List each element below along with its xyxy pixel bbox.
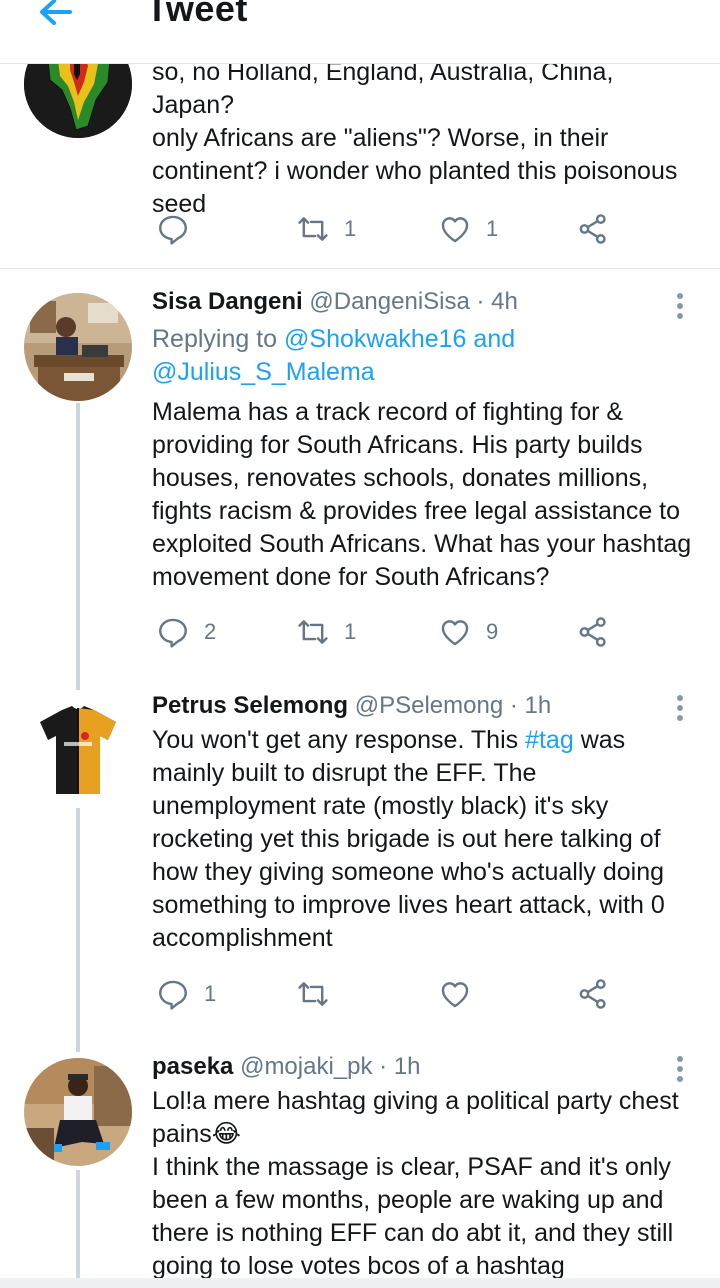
reply-icon	[159, 618, 187, 648]
reply-icon	[159, 215, 187, 245]
top-app-bar: Tweet	[0, 0, 720, 64]
like-count: 9	[486, 619, 499, 644]
timestamp: · 1h	[379, 1053, 421, 1080]
mention-link[interactable]: @Julius_S_Malema	[152, 358, 375, 386]
thread-line	[76, 1170, 80, 1278]
tweet-actions: 2 1 9	[152, 612, 622, 652]
thread-line	[76, 403, 80, 680]
tweet-actions: 1	[152, 974, 622, 1014]
hashtag-link[interactable]: #tag	[525, 726, 574, 754]
display-name[interactable]: paseka	[152, 1053, 233, 1080]
back-arrow-icon	[40, 0, 72, 25]
reply-button[interactable]	[156, 209, 204, 249]
tweet-text: Malema has a track record of fighting fo…	[152, 398, 692, 591]
retweet-icon	[298, 620, 328, 644]
tweet-header: paseka @mojaki_pk · 1h	[152, 1053, 421, 1081]
heart-icon	[441, 982, 469, 1008]
display-name[interactable]: Petrus Selemong	[152, 692, 348, 719]
user-handle[interactable]: @PSelemong	[355, 692, 503, 719]
like-button[interactable]	[438, 974, 486, 1014]
display-name[interactable]: Sisa Dangeni	[152, 288, 303, 315]
timestamp: · 1h	[509, 692, 552, 719]
reply-icon	[159, 980, 187, 1010]
reply-count: 1	[204, 981, 217, 1006]
jersey-avatar-image	[24, 696, 132, 804]
tweet-header: Petrus Selemong @PSelemong · 1h	[152, 692, 551, 720]
user-handle[interactable]: @DangeniSisa	[309, 288, 469, 315]
user-handle[interactable]: @mojaki_pk	[240, 1053, 372, 1080]
more-options-button[interactable]	[668, 1054, 692, 1086]
thread-line	[76, 1042, 80, 1052]
retweet-icon	[298, 982, 328, 1006]
avatar[interactable]	[24, 293, 132, 401]
share-button[interactable]	[576, 974, 610, 1014]
tweet-2[interactable]: Sisa Dangeni @DangeniSisa · 4h Replying …	[0, 269, 720, 680]
retweet-button[interactable]	[296, 974, 344, 1014]
tweet-3[interactable]: Petrus Selemong @PSelemong · 1h You won'…	[0, 680, 720, 1042]
like-count: 1	[486, 216, 499, 241]
share-icon	[579, 214, 606, 244]
share-button[interactable]	[576, 209, 610, 249]
back-button[interactable]	[34, 0, 78, 34]
like-button[interactable]: 9	[438, 612, 498, 652]
avatar[interactable]	[24, 1058, 132, 1166]
retweet-button[interactable]: 1	[296, 209, 356, 249]
office-photo-avatar-image	[24, 293, 132, 401]
tweet-thread-screen: so, no Holland, England, Australia, Chin…	[0, 0, 720, 1288]
heart-icon	[441, 217, 469, 243]
page-title: Tweet	[146, 0, 248, 29]
retweet-count: 1	[344, 216, 357, 241]
retweet-icon	[298, 217, 328, 241]
thread-line	[76, 680, 80, 690]
share-icon	[579, 979, 606, 1009]
bottom-edge	[0, 1278, 720, 1288]
share-icon	[579, 617, 606, 647]
reply-button[interactable]: 2	[156, 612, 216, 652]
tweet-text: so, no Holland, England, Australia, Chin…	[152, 58, 678, 218]
more-options-button[interactable]	[668, 693, 692, 725]
share-button[interactable]	[576, 612, 610, 652]
tweet-4[interactable]: paseka @mojaki_pk · 1h Lol!a mere hashta…	[0, 1042, 720, 1280]
heart-icon	[441, 620, 469, 646]
tweet-text: Lol!a mere hashtag giving a political pa…	[152, 1087, 679, 1280]
mention-link[interactable]: @Shokwakhe16 and	[284, 325, 515, 353]
tweet-text: You won't get any response. This #tag wa…	[152, 726, 665, 952]
tweet-actions: 1 1	[152, 209, 622, 249]
more-options-button[interactable]	[668, 291, 692, 323]
like-button[interactable]: 1	[438, 209, 498, 249]
thread-line	[76, 808, 80, 1042]
retweet-button[interactable]: 1	[296, 612, 356, 652]
reply-count: 2	[204, 619, 217, 644]
tweet-header: Sisa Dangeni @DangeniSisa · 4h	[152, 288, 518, 316]
timestamp: · 4h	[476, 288, 518, 315]
replying-to: Replying to @Shokwakhe16 and @Julius_S_M…	[152, 325, 516, 386]
reply-button[interactable]: 1	[156, 974, 216, 1014]
retweet-count: 1	[344, 619, 357, 644]
avatar[interactable]	[24, 696, 132, 804]
person-photo-avatar-image	[24, 1058, 132, 1166]
